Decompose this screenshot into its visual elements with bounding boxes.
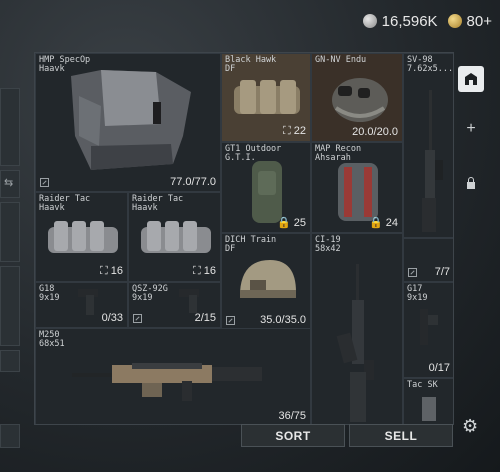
item-dich-train[interactable]: DICH Train DF 35.0/35.0 [221,233,311,330]
item-durability: 77.0/77.0 [170,176,216,188]
sort-button[interactable]: SORT [241,424,345,447]
item-ammo: 0/33 [101,312,123,324]
item-black-hawk[interactable]: Black Hawk DF ⛶ 22 [221,53,311,142]
item-m250[interactable]: M250 68x51 36/75 [35,328,311,424]
item-tac-sk[interactable]: Tac SK [403,378,453,424]
item-count: ⛶ 22 [282,125,306,137]
locked-tab-button[interactable] [458,170,484,196]
item-name: M250 68x51 [39,330,65,349]
item-name: SV-98 7.62x5... [407,55,454,74]
sell-button[interactable]: SELL [349,424,453,447]
item-count: ⛶ 16 [99,265,123,277]
item-sv-98[interactable]: SV-98 7.62x5... [403,53,454,238]
item-name: G17 9x19 [407,284,428,303]
currency-bar: 16,596K 80+ [362,8,492,34]
rig-image [141,221,211,253]
side-rail: + [456,52,486,425]
item-name: Raider Tac Haavk [132,194,184,213]
item-name: Tac SK [407,380,438,390]
item-name: DICH Train DF [225,235,277,254]
silver-amount: 16,596K [381,12,438,30]
assault-rifle-image [336,264,374,422]
item-gt1-outdoor[interactable]: GT1 Outdoor G.T.I. 🔒 25 [221,142,311,233]
item-raider-tac-1[interactable]: Raider Tac Haavk ⛶ 16 [35,192,128,282]
rig-image [234,80,300,114]
item-icon [40,178,49,187]
stash-grid: HMP SpecOp Haavk 77.0/77.0 Black Hawk DF… [34,52,454,425]
item-count: 🔒 25 [276,217,306,229]
item-g17[interactable]: G17 9x19 0/17 [403,282,453,378]
sniper-rifle-image [422,90,443,232]
helmet-image [240,260,296,298]
item-sv-98-count[interactable]: 7/7 [403,238,453,282]
item-count: ⛶ 16 [192,265,216,277]
gold-coin-icon [447,14,462,28]
item-g18[interactable]: G18 9x19 0/33 [35,282,128,328]
stash-icon [465,73,477,85]
item-name: CI-19 58x42 [315,235,341,254]
add-tab-button[interactable]: + [458,116,484,142]
item-gn-nv-endu[interactable]: GN-NV Endu 20.0/20.0 [311,53,403,142]
item-icon [226,316,235,325]
item-ammo: 0/17 [428,362,450,374]
item-image [422,397,436,421]
stash-tab-button[interactable] [458,66,484,92]
settings-gear-icon[interactable]: ⚙ [462,416,484,438]
item-name: Raider Tac Haavk [39,194,91,213]
item-name: Black Hawk DF [225,55,277,74]
item-qsz-92g[interactable]: QSZ-92G 9x19 2/15 [128,282,221,328]
item-ammo: 36/75 [278,410,306,422]
item-hmp-specop-vest[interactable]: HMP SpecOp Haavk 77.0/77.0 [35,53,221,192]
silver-currency: 16,596K [362,12,438,30]
vest-image [71,70,191,170]
item-ammo: 7/7 [434,266,450,278]
item-durability: 20.0/20.0 [352,126,398,138]
item-name: QSZ-92G 9x19 [132,284,168,303]
rig-image [48,221,118,253]
item-icon [133,314,142,323]
item-name: GN-NV Endu [315,55,367,65]
gold-currency[interactable]: 80+ [447,12,492,30]
swap-icon[interactable]: ⇆ [0,170,20,198]
plus-icon: + [466,120,476,137]
gold-amount: 80+ [466,12,492,30]
item-ammo: 2/15 [194,312,216,324]
item-raider-tac-2[interactable]: Raider Tac Haavk ⛶ 16 [128,192,221,282]
machine-gun-image [72,363,262,401]
pistol-image [78,289,98,315]
item-ci-19[interactable]: CI-19 58x42 [311,233,403,424]
lock-icon [467,177,475,189]
item-map-recon[interactable]: MAP Recon Ahsarah 🔒 24 [311,142,403,233]
item-icon [408,268,417,277]
left-panel-edge: ⇆ [0,88,20,448]
silver-coin-icon [362,14,377,28]
item-name: G18 9x19 [39,284,60,303]
helmet-nv-image [332,78,388,122]
item-count: 🔒 24 [368,217,398,229]
pistol-image [420,309,438,345]
item-durability: 35.0/35.0 [260,314,306,326]
